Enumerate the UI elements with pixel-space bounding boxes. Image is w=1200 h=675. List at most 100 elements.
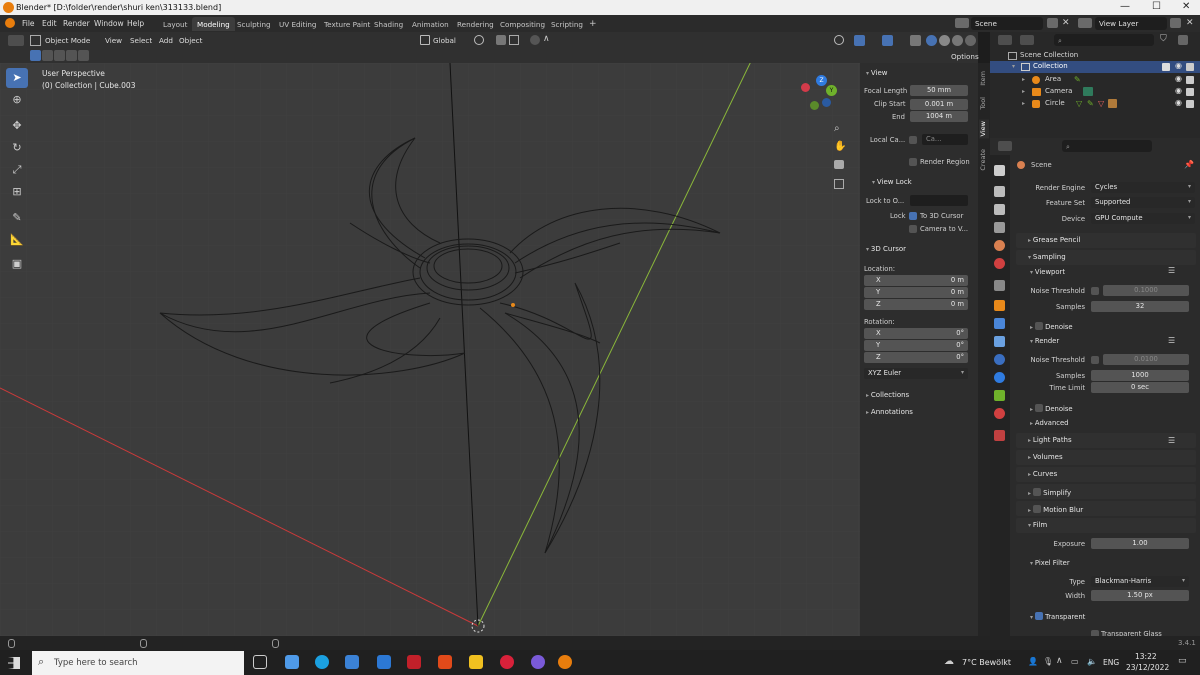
volumes-panel-header[interactable]: ▸ Volumes — [1016, 450, 1196, 465]
camera-view-icon[interactable] — [834, 160, 844, 169]
gizmo-z-axis[interactable]: Z — [816, 75, 827, 86]
store-icon[interactable] — [345, 655, 359, 669]
scene-selector[interactable]: Scene — [971, 17, 1043, 30]
tab-compositing[interactable]: Compositing — [495, 17, 550, 31]
3d-cursor-header[interactable]: ▾ 3D Cursor — [866, 245, 906, 253]
film-panel-header[interactable]: ▾ Film — [1016, 518, 1196, 533]
particles-properties-icon[interactable] — [994, 336, 1005, 347]
scene-collection-label[interactable]: Scene Collection — [1020, 51, 1078, 59]
collection-exclude-checkbox[interactable] — [1162, 63, 1170, 71]
menu-object[interactable]: Object — [176, 34, 205, 46]
gizmo-toggle-icon[interactable] — [854, 35, 865, 46]
camera-to-view-checkbox[interactable] — [909, 225, 917, 233]
transparent-subpanel[interactable]: ▾ Transparent — [1030, 611, 1085, 621]
curves-panel-header[interactable]: ▸ Curves — [1016, 467, 1196, 482]
modifier-properties-icon[interactable] — [994, 318, 1005, 329]
expand-icon[interactable]: ▸ — [1022, 100, 1025, 107]
falloff-icon[interactable]: ∧ — [543, 34, 550, 44]
select-extend-icon[interactable] — [42, 50, 53, 61]
blender-menu-icon[interactable] — [5, 18, 15, 28]
annotate-tool-icon[interactable]: ✎ — [6, 208, 28, 228]
menu-edit[interactable]: Edit — [42, 19, 57, 28]
close-button[interactable]: ✕ — [1182, 1, 1190, 12]
circle-visibility-icon[interactable]: ◉ — [1175, 98, 1182, 107]
clock-time[interactable]: 13:22 — [1135, 652, 1157, 661]
rotation-mode-dropdown[interactable]: XYZ Euler ▾ — [864, 368, 968, 379]
properties-search-input[interactable]: ⌕ — [1062, 140, 1152, 152]
viewport-noise-threshold-field[interactable]: 0.1000 — [1103, 285, 1189, 296]
visibility-icon[interactable] — [834, 35, 844, 45]
outliner-row-area[interactable]: ▸ Area ✎ ◉ — [990, 74, 1200, 86]
view-section-header[interactable]: ▾ View — [866, 69, 888, 77]
select-subtract-icon[interactable] — [54, 50, 65, 61]
expand-icon[interactable]: ▸ — [1022, 88, 1025, 95]
outliner-row-camera[interactable]: ▸ Camera ◉ — [990, 86, 1200, 98]
tab-item[interactable]: Item — [979, 69, 989, 88]
tab-uv-editing[interactable]: UV Editing — [274, 17, 322, 31]
collection-expand-icon[interactable]: ▾ — [1012, 63, 1015, 70]
pixel-filter-subpanel[interactable]: ▾ Pixel Filter — [1030, 559, 1070, 567]
outliner-editor-icon[interactable] — [998, 35, 1012, 45]
local-camera-checkbox[interactable] — [909, 136, 917, 144]
shading-material-icon[interactable] — [952, 35, 963, 46]
tab-shading[interactable]: Shading — [369, 17, 408, 31]
tool-properties-icon[interactable] — [994, 165, 1005, 176]
filter-icon[interactable]: ⛉ — [1160, 34, 1167, 44]
shading-wireframe-icon[interactable] — [926, 35, 937, 46]
menu-help[interactable]: Help — [127, 19, 144, 28]
transform-tool-icon[interactable]: ⊞ — [6, 182, 28, 202]
taskbar-search-input[interactable]: ⌕ Type here to search — [32, 651, 244, 675]
pivot-point-icon[interactable] — [474, 35, 484, 45]
time-limit-field[interactable]: 0 sec — [1091, 382, 1189, 393]
messenger-icon[interactable] — [531, 655, 545, 669]
edge-icon[interactable] — [315, 655, 329, 669]
shading-rendered-icon[interactable] — [965, 35, 976, 46]
people-icon[interactable]: 👤 — [1028, 657, 1038, 666]
select-intersect-icon[interactable] — [78, 50, 89, 61]
annotations-section-header[interactable]: ▸ Annotations — [866, 408, 913, 416]
data-properties-icon[interactable] — [994, 390, 1005, 401]
editor-type-icon[interactable] — [8, 35, 24, 46]
widgets-icon[interactable] — [285, 655, 299, 669]
mic-icon[interactable]: 🎙 — [1043, 657, 1053, 666]
transform-orientation-selector[interactable]: Global — [430, 34, 459, 46]
network-icon[interactable]: ▭ — [1071, 657, 1079, 666]
tab-texture-paint[interactable]: Texture Paint — [319, 17, 375, 31]
light-paths-presets-icon[interactable]: ☰ — [1168, 436, 1175, 445]
new-view-layer-icon[interactable] — [1170, 18, 1181, 28]
world-properties-icon[interactable] — [994, 258, 1005, 269]
tab-rendering[interactable]: Rendering — [452, 17, 499, 31]
office-icon[interactable] — [438, 655, 452, 669]
cursor-rotation-x[interactable]: X 0° — [864, 328, 968, 339]
cursor-rotation-y[interactable]: Y 0° — [864, 340, 968, 351]
tab-modeling[interactable]: Modeling — [192, 17, 235, 31]
app-red-icon[interactable] — [407, 655, 421, 669]
mail-icon[interactable] — [377, 655, 391, 669]
render-noise-threshold-checkbox[interactable] — [1091, 356, 1099, 364]
motion-blur-panel-header[interactable]: ▸ Motion Blur — [1016, 501, 1196, 516]
camera-render-icon[interactable] — [1186, 88, 1194, 96]
gizmo-neg-y-icon[interactable] — [810, 101, 819, 110]
clip-start-field[interactable]: 0.001 m — [910, 99, 968, 110]
constraints-properties-icon[interactable] — [994, 372, 1005, 383]
circle-render-icon[interactable] — [1186, 100, 1194, 108]
volume-icon[interactable]: 🔈 — [1087, 657, 1097, 666]
menu-file[interactable]: File — [22, 19, 35, 28]
view-layer-selector[interactable]: View Layer — [1095, 17, 1167, 30]
collection-render-icon[interactable] — [1186, 63, 1194, 71]
notifications-icon[interactable]: ▭ — [1178, 656, 1187, 666]
zoom-icon[interactable]: ⌕ — [834, 123, 840, 134]
collection-properties-icon[interactable] — [994, 280, 1005, 291]
tab-layout[interactable]: Layout — [158, 17, 192, 31]
delete-scene-icon[interactable]: ✕ — [1062, 18, 1072, 28]
measure-tool-icon[interactable]: 📐 — [6, 230, 28, 250]
viewport-denoise-subpanel[interactable]: ▸ Denoise — [1030, 321, 1073, 331]
physics-properties-icon[interactable] — [994, 354, 1005, 365]
to-3d-cursor-checkbox[interactable] — [909, 212, 917, 220]
menu-select[interactable]: Select — [127, 34, 155, 46]
move-tool-icon[interactable]: ✥ — [6, 116, 28, 136]
simplify-panel-header[interactable]: ▸ Simplify — [1016, 484, 1196, 499]
focal-length-field[interactable]: 50 mm — [910, 85, 968, 96]
windows-start-icon[interactable] — [8, 657, 20, 669]
tab-animation[interactable]: Animation — [407, 17, 454, 31]
